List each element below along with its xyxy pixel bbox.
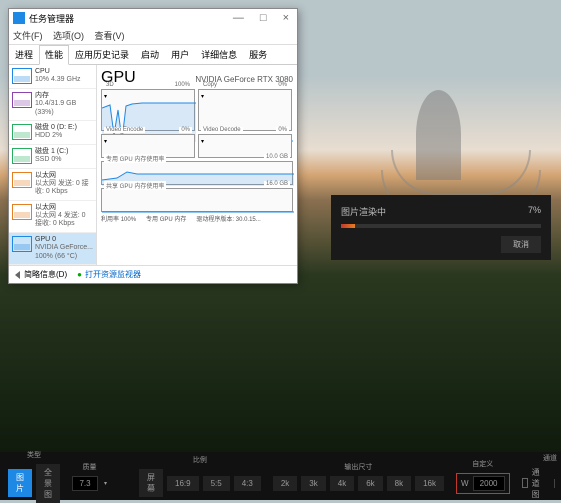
channel-option: 通道图: [532, 467, 544, 500]
render-label: 图片渲染中: [341, 205, 386, 218]
app-icon: [13, 12, 25, 24]
sidebar-item-cpu[interactable]: CPU10% 4.39 GHz: [9, 65, 96, 89]
performance-main: GPU NVIDIA GeForce RTX 3080 3D▾ 100% Cop…: [97, 65, 297, 265]
sidebar-item-disk1[interactable]: 磁盘 1 (C:)SSD 0%: [9, 145, 96, 169]
quality-input[interactable]: [72, 476, 98, 491]
window-title: 任务管理器: [29, 12, 74, 25]
type-image-button[interactable]: 图片: [8, 469, 32, 497]
open-resource-monitor-link[interactable]: 打开资源监视器: [77, 269, 141, 280]
fewer-details-button[interactable]: 简略信息(D): [24, 269, 67, 280]
menu-view[interactable]: 查看(V): [95, 31, 125, 41]
ratio-screen[interactable]: 屏幕: [139, 469, 163, 497]
sidebar-item-disk0[interactable]: 磁盘 0 (D: E:)HDD 2%: [9, 121, 96, 145]
tab-strip: 进程 性能 应用历史记录 启动 用户 详细信息 服务: [9, 45, 297, 65]
tab-performance[interactable]: 性能: [39, 45, 69, 65]
size-2k[interactable]: 2k: [273, 476, 297, 491]
ratio-4-3[interactable]: 4:3: [234, 476, 261, 491]
type-pano-button[interactable]: 全景图: [36, 464, 60, 503]
task-manager-window: 任务管理器 — □ × 文件(F) 选项(O) 查看(V) 进程 性能 应用历史…: [8, 8, 298, 284]
sidebar-item-gpu0[interactable]: GPU 0NVIDIA GeForce... 100% (66 °C): [9, 233, 96, 265]
graph-copy[interactable]: Copy▾ 0%: [198, 89, 292, 131]
quality-label: 质量: [83, 462, 97, 472]
custom-label: 自定义: [472, 459, 493, 469]
render-progress-dialog: 图片渲染中 7% 取消: [331, 195, 551, 260]
sidebar-item-memory[interactable]: 内存10.4/31.9 GB (33%): [9, 89, 96, 121]
type-label: 类型: [27, 450, 41, 460]
menu-options[interactable]: 选项(O): [53, 31, 84, 41]
minimize-button[interactable]: —: [229, 12, 248, 24]
close-button[interactable]: ×: [279, 12, 293, 24]
custom-size-highlight: W: [456, 473, 510, 494]
tab-app-history[interactable]: 应用历史记录: [69, 45, 135, 64]
menubar: 文件(F) 选项(O) 查看(V): [9, 27, 297, 45]
ratio-16-9[interactable]: 16:9: [167, 476, 199, 491]
channel-label: 通道: [543, 453, 557, 463]
sidebar-item-ethernet1[interactable]: 以太网以太网 4 发送: 0 接收: 0 Kbps: [9, 201, 96, 233]
cancel-button[interactable]: 取消: [501, 236, 541, 253]
size-4k[interactable]: 4k: [330, 476, 354, 491]
size-16k[interactable]: 16k: [415, 476, 444, 491]
chevron-down-icon[interactable]: ▾: [104, 480, 107, 487]
chevron-left-icon: [15, 271, 20, 279]
final-value: 1277: [554, 479, 561, 488]
tab-details[interactable]: 详细信息: [195, 45, 243, 64]
size-8k[interactable]: 8k: [387, 476, 411, 491]
tab-services[interactable]: 服务: [243, 45, 273, 64]
render-percent: 7%: [528, 205, 541, 218]
menu-file[interactable]: 文件(F): [13, 31, 43, 41]
ratio-label: 比例: [193, 455, 207, 465]
size-3k[interactable]: 3k: [301, 476, 325, 491]
graph-3d[interactable]: 3D▾ 100%: [101, 89, 195, 131]
width-prefix: W: [461, 479, 469, 488]
graph-shared-memory[interactable]: 共享 GPU 内存使用率 16.0 GB: [101, 188, 293, 212]
tab-users[interactable]: 用户: [165, 45, 195, 64]
output-label: 输出尺寸: [344, 462, 372, 472]
size-6k[interactable]: 6k: [358, 476, 382, 491]
channel-checkbox[interactable]: [522, 478, 528, 488]
bottom-toolbar: 类型 图片 全景图 质量 ▾ 比例 屏幕 16:9 5:5 4:3 输出尺寸 2…: [0, 452, 561, 500]
render-progress-bar: [341, 224, 541, 228]
titlebar[interactable]: 任务管理器 — □ ×: [9, 9, 297, 27]
tab-processes[interactable]: 进程: [9, 45, 39, 64]
ratio-5-5[interactable]: 5:5: [203, 476, 230, 491]
tab-startup[interactable]: 启动: [135, 45, 165, 64]
sidebar-item-ethernet0[interactable]: 以太网以太网 发送: 0 接收: 0 Kbps: [9, 169, 96, 201]
maximize-button[interactable]: □: [256, 12, 271, 24]
width-input[interactable]: [473, 476, 505, 491]
performance-sidebar: CPU10% 4.39 GHz 内存10.4/31.9 GB (33%) 磁盘 …: [9, 65, 97, 265]
